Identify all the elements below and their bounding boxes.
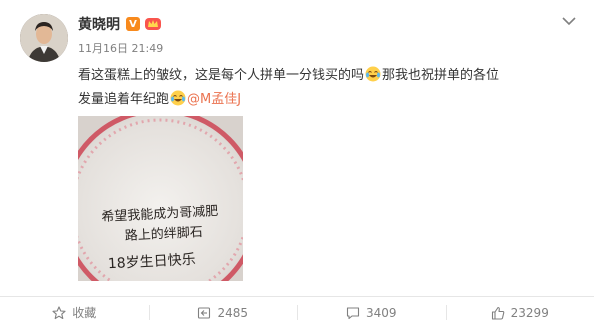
- avatar[interactable]: [20, 14, 68, 62]
- thumbs-up-icon: [491, 306, 504, 320]
- comment-button[interactable]: 3409: [297, 297, 446, 328]
- post-timestamp[interactable]: 11月16日 21:49: [78, 40, 163, 56]
- action-bar: 收藏 2485 3409 23299: [0, 297, 594, 328]
- verified-v-icon: V: [126, 17, 140, 31]
- favorite-button[interactable]: 收藏: [0, 297, 149, 328]
- avatar-image: [20, 14, 68, 62]
- laugh-cry-emoji-icon: [170, 90, 186, 106]
- star-icon: [52, 305, 66, 319]
- post-text-part1: 看这蛋糕上的皱纹，这是每个人拼单一分钱买的吗: [78, 68, 365, 83]
- user-row: 黄晓明 V: [78, 14, 162, 34]
- laugh-cry-emoji-icon: [365, 66, 381, 82]
- cake-photo[interactable]: 希望我能成为哥减肥 路上的绊脚石 18岁生日快乐: [78, 116, 243, 281]
- weibo-post: 黄晓明 V 11月16日 21:49 看这蛋糕上的皱纹，这是每个人拼单一分钱买的…: [0, 0, 594, 328]
- like-button[interactable]: 23299: [445, 297, 594, 328]
- favorite-label: 收藏: [72, 306, 97, 320]
- post-text: 看这蛋糕上的皱纹，这是每个人拼单一分钱买的吗 那我也祝拼单的各位发量追着年纪跑 …: [78, 64, 508, 112]
- comment-icon: [346, 306, 360, 319]
- chevron-down-icon[interactable]: [562, 16, 576, 26]
- like-count: 23299: [510, 305, 549, 320]
- mention-link[interactable]: @M孟佳J: [187, 92, 241, 107]
- repost-icon: [198, 306, 211, 319]
- repost-button[interactable]: 2485: [148, 297, 298, 328]
- crown-icon: [145, 18, 161, 30]
- username[interactable]: 黄晓明: [78, 14, 120, 34]
- repost-count: 2485: [217, 305, 249, 320]
- comment-count: 3409: [365, 305, 397, 320]
